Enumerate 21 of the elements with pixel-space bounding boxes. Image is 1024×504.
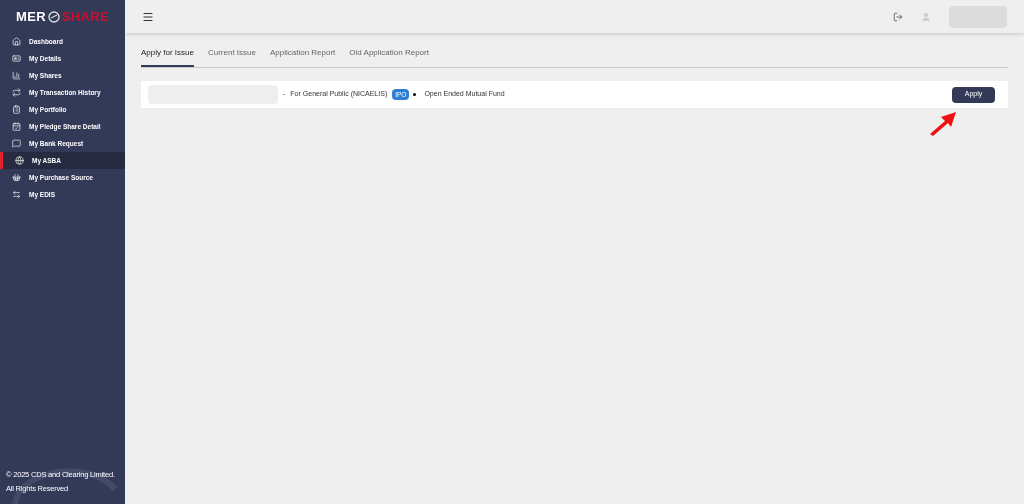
calendar-icon xyxy=(12,122,21,131)
tab[interactable]: Current Issue xyxy=(207,47,256,67)
tab[interactable]: Application Report xyxy=(269,47,336,67)
logo-text: MER xyxy=(16,8,46,27)
pointer-arrow-icon xyxy=(928,110,958,136)
bullet-icon xyxy=(413,93,417,96)
basket-icon xyxy=(12,173,21,182)
globe-icon xyxy=(15,156,24,165)
repeat-icon xyxy=(12,88,21,97)
message-icon xyxy=(12,139,21,148)
tab[interactable]: Apply for Issue xyxy=(141,47,194,67)
bar-chart-icon xyxy=(12,71,21,80)
menu-icon[interactable] xyxy=(142,10,154,23)
logout-icon[interactable] xyxy=(893,11,903,22)
home-icon xyxy=(12,37,21,46)
logo-icon xyxy=(47,11,60,23)
arrows-icon xyxy=(12,190,21,199)
clipboard-icon xyxy=(12,105,21,114)
tab[interactable]: Old Application Report xyxy=(349,47,429,67)
logo-text: SHARE xyxy=(61,8,109,27)
id-card-icon xyxy=(12,54,21,63)
